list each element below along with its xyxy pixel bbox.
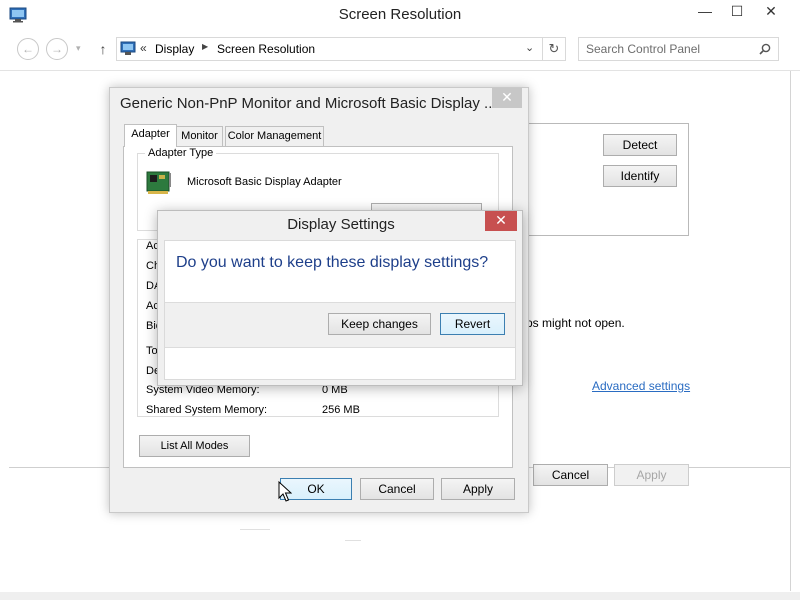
display-settings-close-button[interactable]: ✕ <box>485 211 517 231</box>
info-fragment-6: To <box>146 345 158 357</box>
main-cancel-button[interactable]: Cancel <box>533 464 608 486</box>
minimize-icon: — <box>698 3 712 19</box>
breadcrumb-separator-icon[interactable]: ▶ <box>202 42 208 51</box>
identify-button[interactable]: Identify <box>603 165 677 187</box>
back-button[interactable]: ← <box>17 38 39 60</box>
advanced-settings-link[interactable]: Advanced settings <box>592 379 690 393</box>
breadcrumb-item-screen-resolution[interactable]: Screen Resolution <box>217 42 315 56</box>
up-level-button[interactable]: ↑ <box>96 39 110 59</box>
refresh-icon: ↻ <box>548 41 560 56</box>
control-panel-icon <box>120 41 136 55</box>
window-titlebar: Screen Resolution — ☐ ✕ <box>0 0 800 31</box>
forward-button[interactable]: → <box>46 38 68 60</box>
properties-apply-button[interactable]: Apply <box>441 478 515 500</box>
close-window-button[interactable]: ✕ <box>756 0 786 24</box>
back-arrow-icon: ← <box>22 42 34 56</box>
address-dropdown-icon[interactable]: ⌄ <box>525 41 534 54</box>
shared-system-memory-label: Shared System Memory: <box>146 404 268 416</box>
window-border <box>790 71 791 591</box>
detect-button[interactable]: Detect <box>603 134 677 156</box>
properties-dialog-title: Generic Non-PnP Monitor and Microsoft Ba… <box>120 95 497 112</box>
search-placeholder: Search Control Panel <box>586 42 701 56</box>
search-icon[interactable] <box>759 43 771 55</box>
display-settings-dialog: Display Settings ✕ Do you want to keep t… <box>157 210 523 386</box>
display-settings-title: Display Settings <box>287 216 395 233</box>
properties-close-button[interactable]: ✕ <box>492 88 522 108</box>
breadcrumb-item-display[interactable]: Display <box>155 42 194 56</box>
main-apply-button[interactable]: Apply <box>614 464 689 486</box>
adapter-name: Microsoft Basic Display Adapter <box>187 176 342 188</box>
maximize-button[interactable]: ☐ <box>724 0 750 24</box>
recent-pages-chevron-icon[interactable]: ▾ <box>76 43 81 54</box>
window-bottom-border <box>0 592 800 600</box>
close-icon: ✕ <box>495 212 507 228</box>
search-input[interactable]: Search Control Panel <box>578 37 779 61</box>
refresh-button[interactable]: ↻ <box>542 37 566 61</box>
properties-cancel-button[interactable]: Cancel <box>360 478 434 500</box>
address-bar[interactable]: « Display ▶ Screen Resolution ⌄ <box>116 37 543 61</box>
keep-changes-button[interactable]: Keep changes <box>328 313 431 335</box>
list-all-modes-button[interactable]: List All Modes <box>139 435 250 457</box>
close-icon: ✕ <box>501 89 513 105</box>
adapter-type-label: Adapter Type <box>145 147 217 159</box>
revert-button[interactable]: Revert <box>440 313 505 335</box>
window-title: Screen Resolution <box>338 6 462 23</box>
up-arrow-icon: ↑ <box>99 41 107 57</box>
display-adapter-icon <box>146 171 171 194</box>
render-artifact <box>240 529 270 530</box>
tab-color-management[interactable]: Color Management <box>225 126 324 146</box>
breadcrumb-overflow[interactable]: « <box>140 41 147 55</box>
shared-system-memory-value: 256 MB <box>322 404 360 416</box>
maximize-icon: ☐ <box>730 3 744 19</box>
render-artifact <box>345 540 361 541</box>
minimize-button[interactable]: — <box>692 0 718 24</box>
apps-warning-text: ps might not open. <box>526 316 625 330</box>
forward-arrow-icon: → <box>51 42 63 56</box>
mouse-pointer-icon <box>278 481 292 502</box>
display-settings-content: Do you want to keep these display settin… <box>164 240 516 380</box>
close-icon: ✕ <box>765 3 777 19</box>
keep-settings-question: Do you want to keep these display settin… <box>176 254 489 271</box>
tab-adapter[interactable]: Adapter <box>124 124 177 147</box>
tab-monitor[interactable]: Monitor <box>176 126 223 146</box>
